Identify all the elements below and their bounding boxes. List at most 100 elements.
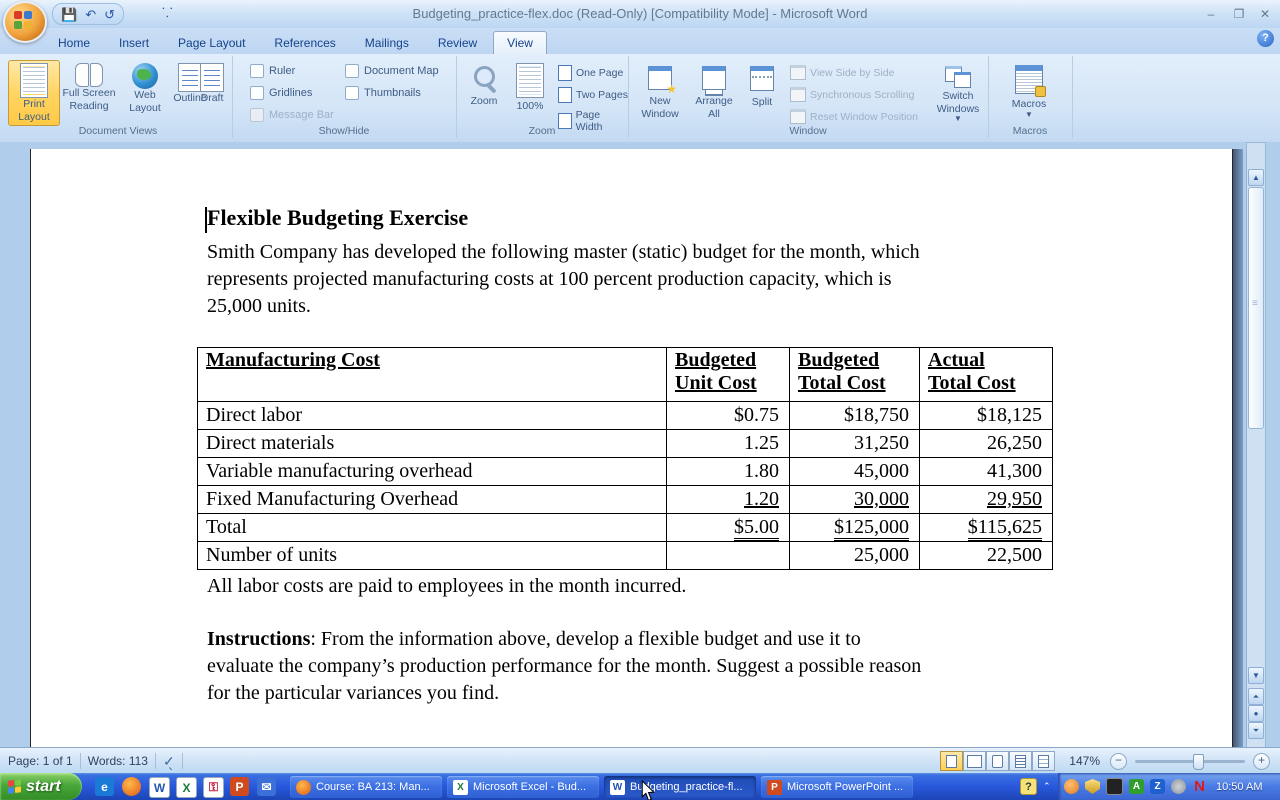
save-icon[interactable]: 💾 <box>61 8 77 21</box>
table-row: Variable manufacturing overhead 1.80 45,… <box>198 458 1053 486</box>
start-button[interactable]: start <box>0 773 82 800</box>
close-button[interactable]: ✕ <box>1254 6 1276 22</box>
print-layout-icon <box>20 63 48 98</box>
gridlines-checkbox[interactable]: Gridlines <box>250 86 312 100</box>
word-count[interactable]: Words: 113 <box>88 754 148 768</box>
view-draft-button[interactable] <box>1032 751 1055 771</box>
reset-window-position-button: Reset Window Position <box>790 109 918 124</box>
outlook-express-icon[interactable]: ✉ <box>257 777 276 796</box>
word-quicklaunch-icon[interactable]: W <box>149 777 170 798</box>
internet-explorer-icon[interactable]: e <box>95 777 114 796</box>
powerpoint-quicklaunch-icon[interactable]: P <box>230 777 249 796</box>
zoom-out-button[interactable]: − <box>1110 753 1127 770</box>
full-screen-reading-button[interactable]: Full Screen Reading <box>57 60 121 112</box>
desktop: Budgeting_practice-flex.doc (Read-Only) … <box>0 0 1280 800</box>
vertical-scrollbar[interactable]: ▲ ▼ ⏶ ● ⏷ <box>1246 142 1266 747</box>
zoom-slider-track[interactable] <box>1135 760 1245 763</box>
help-tray-icon[interactable]: ? <box>1020 778 1037 795</box>
tray-icon-norton[interactable]: N <box>1192 779 1207 794</box>
table-header-row: Manufacturing Cost BudgetedUnit Cost Bud… <box>198 348 1053 402</box>
tray-icon-volume[interactable] <box>1171 779 1186 794</box>
redo-icon[interactable]: ↺ <box>104 8 115 21</box>
cell: Direct labor <box>198 402 667 430</box>
view-outline-button[interactable] <box>1009 751 1032 771</box>
scrollbar-thumb[interactable] <box>1248 187 1264 429</box>
taskbar-item-powerpoint[interactable]: P Microsoft PowerPoint ... <box>761 776 913 798</box>
print-layout-button[interactable]: Print Layout <box>8 60 60 126</box>
tray-icon-zonealarm[interactable]: Z <box>1150 779 1165 794</box>
tray-icon-shield[interactable] <box>1085 779 1100 794</box>
thumbnails-checkbox[interactable]: Thumbnails <box>345 86 421 100</box>
switch-windows-dropdown-icon: ▼ <box>954 115 962 123</box>
minimize-button[interactable]: – <box>1200 6 1222 22</box>
one-page-button[interactable]: One Page <box>558 65 623 81</box>
undo-icon[interactable]: ↶ <box>85 8 96 21</box>
view-web-layout-button[interactable] <box>986 751 1009 771</box>
previous-page-icon[interactable]: ⏶ <box>1248 688 1264 705</box>
tab-review[interactable]: Review <box>425 32 490 54</box>
tab-references[interactable]: References <box>261 32 348 54</box>
table-row: Number of units 25,000 22,500 <box>198 542 1053 570</box>
excel-quicklaunch-icon[interactable]: X <box>176 777 197 798</box>
taskbar-item-label: Course: BA 213: Man... <box>316 781 430 793</box>
tray-icon-antivirus[interactable]: A <box>1129 779 1144 794</box>
scroll-down-icon[interactable]: ▼ <box>1248 667 1264 684</box>
cell: Fixed Manufacturing Overhead <box>198 486 667 514</box>
instructions-label: Instructions <box>207 628 310 650</box>
group-label-macros: Macros <box>988 125 1072 137</box>
cell: $18,750 <box>790 402 920 430</box>
office-button[interactable] <box>3 1 47 43</box>
draft-button[interactable]: Draft <box>192 60 232 105</box>
document-map-checkbox[interactable]: Document Map <box>345 64 439 78</box>
group-window: New Window Arrange All Split View Side b… <box>628 56 989 138</box>
tab-home[interactable]: Home <box>45 32 103 54</box>
view-full-screen-button[interactable] <box>963 751 986 771</box>
qat-customize-icon[interactable]: ⸪ <box>162 6 173 19</box>
zoom-slider-thumb[interactable] <box>1193 754 1204 770</box>
doc-instructions-line1: Instructions: From the information above… <box>207 626 1067 653</box>
document-page[interactable]: Flexible Budgeting Exercise Smith Compan… <box>30 149 1233 747</box>
group-zoom: Zoom 100% One Page Two Pages Page Width … <box>456 56 629 138</box>
tab-insert[interactable]: Insert <box>106 32 162 54</box>
cell: 30,000 <box>790 486 920 514</box>
arrange-all-label2: All <box>708 108 720 121</box>
tray-icon-agent[interactable] <box>1064 779 1079 794</box>
tab-page-layout[interactable]: Page Layout <box>165 32 258 54</box>
page-indicator[interactable]: Page: 1 of 1 <box>8 754 73 768</box>
new-window-button[interactable]: New Window <box>634 60 686 120</box>
tab-view[interactable]: View <box>493 31 547 54</box>
view-print-layout-button[interactable] <box>940 751 963 771</box>
firefox-icon[interactable] <box>122 777 141 796</box>
taskbar-item-word-active[interactable]: W Budgeting_practice-fl... <box>604 776 756 798</box>
cell: $115,625 <box>920 514 1053 542</box>
select-browse-object-icon[interactable]: ● <box>1248 705 1264 722</box>
zoom-in-button[interactable]: + <box>1253 753 1270 770</box>
message-bar-checkbox: Message Bar <box>250 108 334 122</box>
spellcheck-icon[interactable]: ✓̖ <box>163 753 175 770</box>
scroll-up-icon[interactable]: ▲ <box>1248 169 1264 186</box>
instructions-text1: : From the information above, develop a … <box>310 628 860 650</box>
zoom-level[interactable]: 147% <box>1069 754 1100 768</box>
two-pages-button[interactable]: Two Pages <box>558 87 628 103</box>
taskbar-item-excel[interactable]: X Microsoft Excel - Bud... <box>447 776 599 798</box>
zoom-button[interactable]: Zoom <box>462 60 506 108</box>
next-page-icon[interactable]: ⏷ <box>1248 722 1264 739</box>
split-button[interactable]: Split <box>742 60 782 109</box>
synchronous-scrolling-icon <box>790 87 806 102</box>
help-icon[interactable]: ? <box>1257 30 1274 47</box>
ruler-checkbox[interactable]: Ruler <box>250 64 295 78</box>
macros-button[interactable]: Macros ▼ <box>1002 60 1056 119</box>
access-key-icon[interactable]: ⚿ <box>203 777 224 798</box>
taskbar-item-firefox[interactable]: Course: BA 213: Man... <box>290 776 442 798</box>
tray-icon-app[interactable] <box>1106 778 1123 795</box>
switch-windows-button[interactable]: Switch Windows ▼ <box>932 60 984 123</box>
web-layout-button[interactable]: Web Layout <box>123 60 167 114</box>
collapse-tray-icon[interactable]: ⌃ <box>1043 781 1051 792</box>
zoom-100-button[interactable]: 100% <box>508 60 552 113</box>
instructions-text2: evaluate the company’s production perfor… <box>207 653 1067 680</box>
arrange-all-button[interactable]: Arrange All <box>688 60 740 120</box>
restore-button[interactable]: ❐ <box>1228 6 1250 22</box>
header-actual-total-cost: ActualTotal Cost <box>920 348 1053 402</box>
tab-mailings[interactable]: Mailings <box>352 32 422 54</box>
cell: $18,125 <box>920 402 1053 430</box>
